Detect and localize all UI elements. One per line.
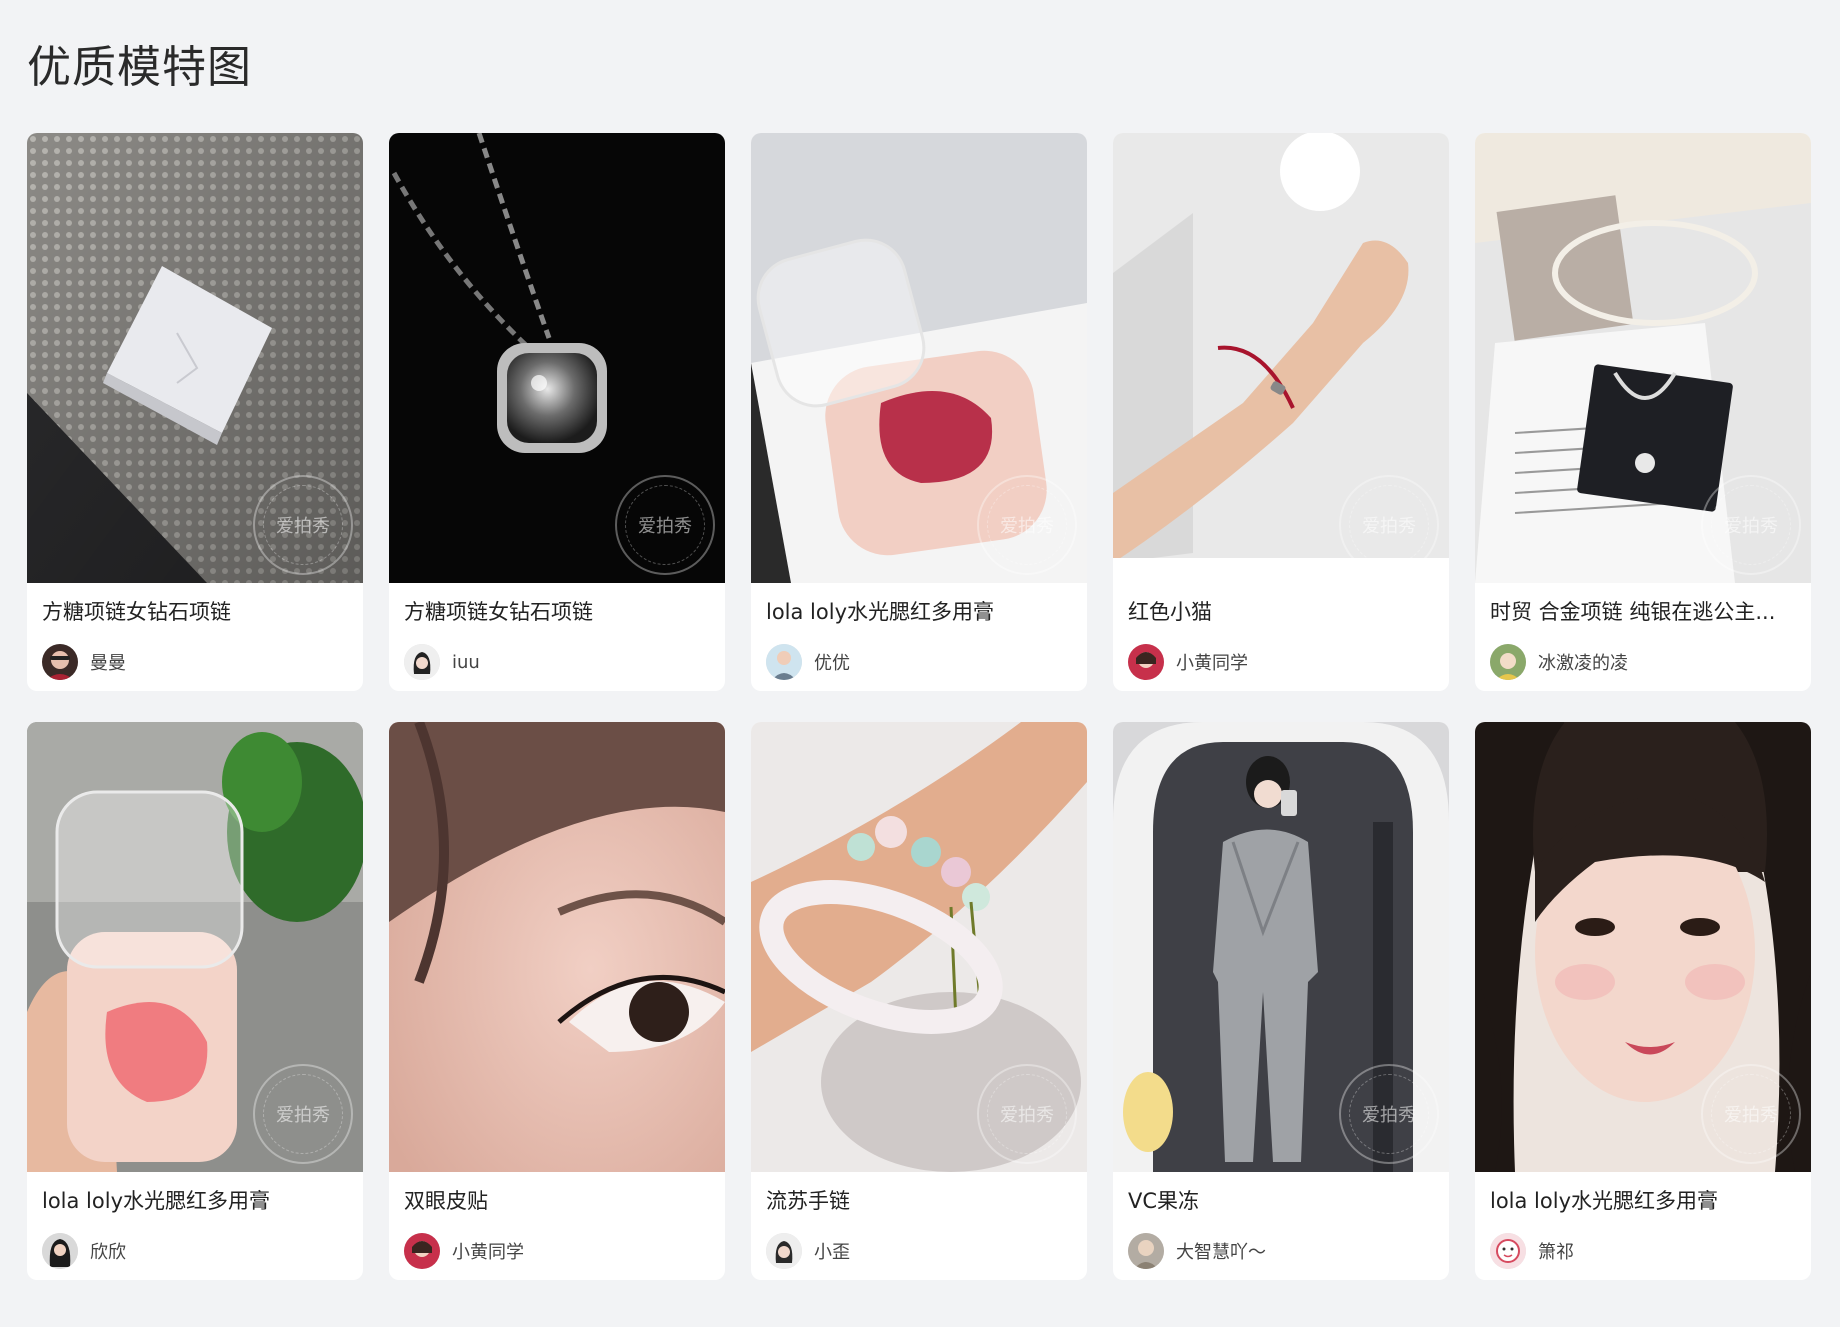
watermark-text: 爱拍秀	[276, 516, 330, 537]
watermark-stamp: 爱拍秀	[253, 1064, 353, 1164]
watermark-text: 爱拍秀	[276, 1105, 330, 1126]
card-title[interactable]: lola loly水光腮红多用膏	[1490, 1186, 1796, 1216]
watermark-text: 爱拍秀	[1000, 516, 1054, 537]
avatar	[766, 1233, 802, 1269]
author-name: 优优	[814, 653, 850, 674]
card-title[interactable]: 时贸 合金项链 纯银在逃公主...	[1490, 597, 1796, 627]
product-card[interactable]: 爱拍秀 lola loly水光腮红多用膏 优优	[751, 133, 1087, 691]
product-image[interactable]: 爱拍秀	[27, 133, 363, 583]
card-title[interactable]: 流苏手链	[766, 1186, 1072, 1216]
model-image-grid: 爱拍秀 方糖项链女钻石项链 曼曼 爱拍秀 方糖项链女钻石项链 iuu 爱拍秀 l…	[27, 133, 1813, 1280]
author-name: 大智慧吖～	[1176, 1242, 1266, 1263]
watermark-stamp: 爱拍秀	[1701, 475, 1801, 575]
watermark-stamp: 爱拍秀	[977, 1064, 1077, 1164]
avatar	[1128, 644, 1164, 680]
watermark-text: 爱拍秀	[1362, 516, 1416, 537]
card-title[interactable]: 方糖项链女钻石项链	[42, 597, 348, 627]
watermark-stamp: 爱拍秀	[977, 475, 1077, 575]
author-name: 小黄同学	[1176, 653, 1248, 674]
card-author[interactable]: 冰激凌的凌	[1490, 644, 1796, 680]
product-image[interactable]: 爱拍秀	[1113, 133, 1449, 583]
watermark-stamp: 爱拍秀	[1339, 1064, 1439, 1164]
watermark-stamp: 爱拍秀	[1339, 475, 1439, 575]
avatar	[1128, 1233, 1164, 1269]
product-image[interactable]: 爱拍秀	[389, 133, 725, 583]
product-card[interactable]: 爱拍秀 方糖项链女钻石项链 曼曼	[27, 133, 363, 691]
watermark-text: 爱拍秀	[1362, 1105, 1416, 1126]
watermark-text: 爱拍秀	[1000, 1105, 1054, 1126]
watermark-text: 爱拍秀	[1724, 1105, 1778, 1126]
author-name: iuu	[452, 651, 480, 673]
card-author[interactable]: 优优	[766, 644, 1072, 680]
product-card[interactable]: 爱拍秀 lola loly水光腮红多用膏 箫祁	[1475, 722, 1811, 1280]
product-image[interactable]: 爱拍秀	[751, 722, 1087, 1172]
card-author[interactable]: 小歪	[766, 1233, 1072, 1269]
product-card[interactable]: 爱拍秀 流苏手链 小歪	[751, 722, 1087, 1280]
card-author[interactable]: 箫祁	[1490, 1233, 1796, 1269]
author-name: 小黄同学	[452, 1242, 524, 1263]
product-card[interactable]: 爱拍秀 时贸 合金项链 纯银在逃公主... 冰激凌的凌	[1475, 133, 1811, 691]
avatar	[42, 644, 78, 680]
card-title[interactable]: lola loly水光腮红多用膏	[42, 1186, 348, 1216]
avatar	[404, 1233, 440, 1269]
card-author[interactable]: 小黄同学	[1128, 644, 1434, 680]
page: 优质模特图 爱拍秀 方糖项链女钻石项链 曼曼 爱拍秀 方糖项链女钻石项链 iuu…	[0, 0, 1840, 1327]
product-image[interactable]: 爱拍秀	[1475, 722, 1811, 1172]
card-author[interactable]: 曼曼	[42, 644, 348, 680]
card-title[interactable]: 双眼皮贴	[404, 1186, 710, 1216]
card-author[interactable]: 小黄同学	[404, 1233, 710, 1269]
avatar	[1490, 1233, 1526, 1269]
watermark-stamp: 爱拍秀	[615, 475, 715, 575]
avatar	[42, 1233, 78, 1269]
card-author[interactable]: 大智慧吖～	[1128, 1233, 1434, 1269]
author-name: 曼曼	[90, 653, 126, 674]
product-image[interactable]: 爱拍秀	[1113, 722, 1449, 1172]
page-title: 优质模特图	[27, 42, 252, 93]
card-title[interactable]: 方糖项链女钻石项链	[404, 597, 710, 627]
card-title[interactable]: 红色小猫	[1128, 597, 1434, 627]
author-name: 小歪	[814, 1242, 850, 1263]
product-image[interactable]	[389, 722, 725, 1172]
author-name: 冰激凌的凌	[1538, 653, 1628, 674]
avatar	[1490, 644, 1526, 680]
author-name: 箫祁	[1538, 1242, 1574, 1263]
watermark-stamp: 爱拍秀	[1701, 1064, 1801, 1164]
product-image[interactable]: 爱拍秀	[751, 133, 1087, 583]
product-card[interactable]: 爱拍秀 方糖项链女钻石项链 iuu	[389, 133, 725, 691]
product-image[interactable]: 爱拍秀	[27, 722, 363, 1172]
avatar	[766, 644, 802, 680]
card-author[interactable]: iuu	[404, 644, 710, 680]
product-image[interactable]: 爱拍秀	[1475, 133, 1811, 583]
author-name: 欣欣	[90, 1242, 126, 1263]
card-author[interactable]: 欣欣	[42, 1233, 348, 1269]
product-card[interactable]: 双眼皮贴 小黄同学	[389, 722, 725, 1280]
avatar	[404, 644, 440, 680]
card-title[interactable]: VC果冻	[1128, 1186, 1434, 1216]
watermark-stamp: 爱拍秀	[253, 475, 353, 575]
product-card[interactable]: 爱拍秀 lola loly水光腮红多用膏 欣欣	[27, 722, 363, 1280]
product-card[interactable]: 爱拍秀 红色小猫 小黄同学	[1113, 133, 1449, 691]
product-card[interactable]: 爱拍秀 VC果冻 大智慧吖～	[1113, 722, 1449, 1280]
watermark-text: 爱拍秀	[638, 516, 692, 537]
card-title[interactable]: lola loly水光腮红多用膏	[766, 597, 1072, 627]
watermark-text: 爱拍秀	[1724, 516, 1778, 537]
